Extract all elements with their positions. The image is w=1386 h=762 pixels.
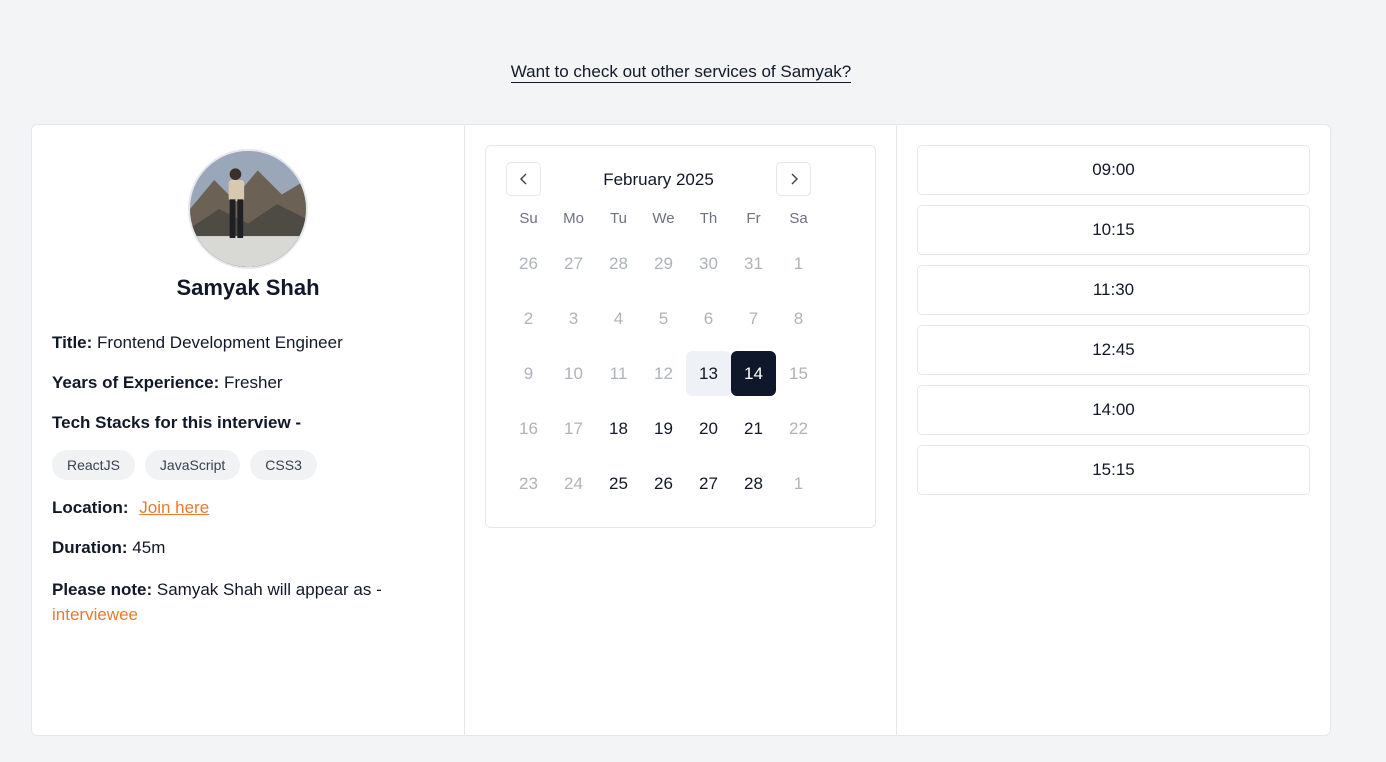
- weekday-label: We: [652, 210, 675, 227]
- title-row: Title: Frontend Development Engineer: [52, 332, 343, 354]
- tech-stacks-label: Tech Stacks for this interview -: [52, 413, 302, 432]
- calendar: February 2025 Su Mo Tu We Th Fr Sa 26 27 2…: [485, 145, 876, 528]
- calendar-day[interactable]: 21: [731, 406, 776, 451]
- calendar-day: 9: [523, 364, 534, 383]
- calendar-day: 23: [519, 474, 538, 493]
- time-slot-button[interactable]: 09:00: [917, 145, 1310, 195]
- note-role: interviewee: [52, 605, 138, 624]
- duration-value: 45m: [132, 538, 166, 557]
- calendar-grid: 26 27 28 29 30 31 1 2 3 4 5 6 7 8 9 10 11 12 13 14 15 16 17 18 1…: [506, 241, 855, 506]
- calendar-day: 22: [789, 419, 808, 438]
- join-here-link[interactable]: Join here: [139, 498, 209, 517]
- calendar-day: 1: [793, 474, 804, 493]
- avatar-photo: [190, 151, 306, 267]
- calendar-day: 4: [613, 309, 624, 328]
- calendar-day: 29: [654, 254, 673, 273]
- weekday-label: Su: [519, 210, 538, 227]
- calendar-day: 12: [654, 364, 673, 383]
- calendar-day[interactable]: 25: [596, 461, 641, 506]
- experience-label: Years of Experience:: [52, 373, 220, 392]
- calendar-day: 10: [564, 364, 583, 383]
- calendar-day: 17: [564, 419, 583, 438]
- location-label: Location:: [52, 498, 129, 517]
- time-slot-button[interactable]: 10:15: [917, 205, 1310, 255]
- calendar-day: 1: [793, 254, 804, 273]
- weekday-label: Fr: [746, 210, 761, 227]
- calendar-day: 15: [789, 364, 808, 383]
- profile-name: Samyak Shah: [176, 275, 320, 300]
- weekday-label: Tu: [610, 210, 627, 227]
- duration-row: Duration: 45m: [52, 537, 165, 559]
- calendar-day: 30: [699, 254, 718, 273]
- calendar-header: February 2025: [506, 162, 855, 196]
- tech-chip: CSS3: [250, 450, 317, 480]
- calendar-day: 31: [744, 254, 763, 273]
- calendar-day[interactable]: 27: [686, 461, 731, 506]
- calendar-day[interactable]: 19: [641, 406, 686, 451]
- tech-stacks-row: Tech Stacks for this interview -: [52, 412, 301, 434]
- calendar-day[interactable]: 18: [596, 406, 641, 451]
- calendar-day[interactable]: 13: [686, 351, 731, 396]
- other-services-link[interactable]: Want to check out other services of Samy…: [510, 62, 852, 83]
- booking-card: Samyak Shah Title: Frontend Development …: [31, 124, 1331, 736]
- calendar-day: 3: [568, 309, 579, 328]
- calendar-day[interactable]: 20: [686, 406, 731, 451]
- calendar-panel: February 2025 Su Mo Tu We Th Fr Sa 26 27 2…: [465, 125, 897, 735]
- weekday-label: Sa: [789, 210, 808, 227]
- title-value: Frontend Development Engineer: [97, 333, 343, 352]
- weekday-label: Mo: [563, 210, 584, 227]
- calendar-day: 26: [519, 254, 538, 273]
- chevron-right-icon: [791, 173, 798, 185]
- calendar-day: 16: [519, 419, 538, 438]
- calendar-day: 2: [523, 309, 534, 328]
- calendar-day: 6: [703, 309, 714, 328]
- location-row: Location: Join here: [52, 497, 209, 519]
- services-link-wrap: Want to check out other services of Samy…: [0, 62, 1362, 83]
- month-label: February 2025: [603, 170, 714, 189]
- avatar: [188, 149, 308, 269]
- tech-chip: JavaScript: [144, 450, 241, 480]
- tech-chip: ReactJS: [52, 450, 135, 480]
- calendar-day-selected[interactable]: 14: [731, 351, 776, 396]
- calendar-week: 2 3 4 5 6 7 8: [506, 296, 855, 341]
- next-month-button[interactable]: [776, 162, 811, 196]
- calendar-day: 28: [609, 254, 628, 273]
- calendar-week: 26 27 28 29 30 31 1: [506, 241, 855, 286]
- experience-row: Years of Experience: Fresher: [52, 372, 283, 394]
- calendar-day[interactable]: 28: [731, 461, 776, 506]
- calendar-day: 8: [793, 309, 804, 328]
- note-label: Please note:: [52, 580, 153, 599]
- time-slots-panel: 09:00 10:15 11:30 12:45 14:00 15:15: [897, 125, 1330, 735]
- calendar-day: 24: [564, 474, 583, 493]
- note-row: Please note: Samyak Shah will appear as …: [52, 577, 442, 627]
- title-label: Title:: [52, 333, 93, 352]
- calendar-day: 7: [748, 309, 759, 328]
- time-slot-button[interactable]: 15:15: [917, 445, 1310, 495]
- time-slot-button[interactable]: 12:45: [917, 325, 1310, 375]
- calendar-week: 16 17 18 19 20 21 22: [506, 406, 855, 451]
- calendar-week: 9 10 11 12 13 14 15: [506, 351, 855, 396]
- note-text: Samyak Shah will appear as -: [156, 580, 382, 599]
- calendar-day[interactable]: 26: [641, 461, 686, 506]
- calendar-week: 23 24 25 26 27 28 1: [506, 461, 855, 506]
- weekday-header: Su Mo Tu We Th Fr Sa: [506, 208, 855, 230]
- calendar-day: 11: [609, 364, 628, 383]
- tech-stack-chips: ReactJS JavaScript CSS3: [52, 450, 317, 480]
- profile-panel: Samyak Shah Title: Frontend Development …: [32, 125, 465, 735]
- time-slot-button[interactable]: 14:00: [917, 385, 1310, 435]
- time-slot-button[interactable]: 11:30: [917, 265, 1310, 315]
- calendar-day: 27: [564, 254, 583, 273]
- duration-label: Duration:: [52, 538, 128, 557]
- weekday-label: Th: [699, 210, 718, 227]
- calendar-day: 5: [658, 309, 669, 328]
- experience-value: Fresher: [224, 373, 283, 392]
